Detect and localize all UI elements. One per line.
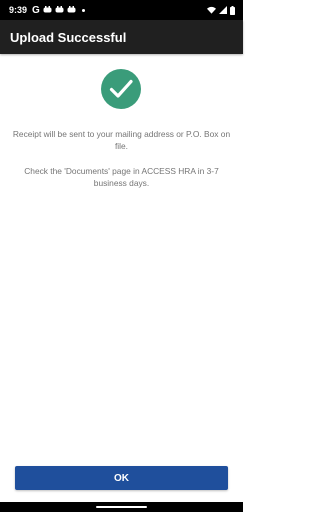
signal-icon [219, 6, 227, 14]
navigation-bar [0, 502, 243, 512]
receipt-message: Receipt will be sent to your mailing add… [12, 129, 231, 151]
documents-message: Check the 'Documents' page in ACCESS HRA… [24, 166, 219, 188]
game-controller-icon [55, 6, 64, 13]
status-time: 9:39 [9, 5, 28, 15]
home-handle[interactable] [96, 506, 147, 508]
google-icon: G [32, 4, 40, 16]
app-bar: Upload Successful [0, 20, 243, 54]
status-left: 9:39 G [0, 5, 85, 16]
game-controller-icon [43, 6, 52, 13]
notification-dot-icon [81, 8, 85, 12]
success-check-icon [101, 69, 141, 109]
status-right [207, 5, 243, 15]
page-title: Upload Successful [10, 29, 127, 45]
ok-button[interactable]: OK [15, 466, 228, 490]
battery-icon [230, 5, 235, 15]
status-bar: 9:39 G [0, 0, 243, 20]
wifi-icon [207, 6, 216, 14]
game-controller-icon [67, 6, 76, 13]
